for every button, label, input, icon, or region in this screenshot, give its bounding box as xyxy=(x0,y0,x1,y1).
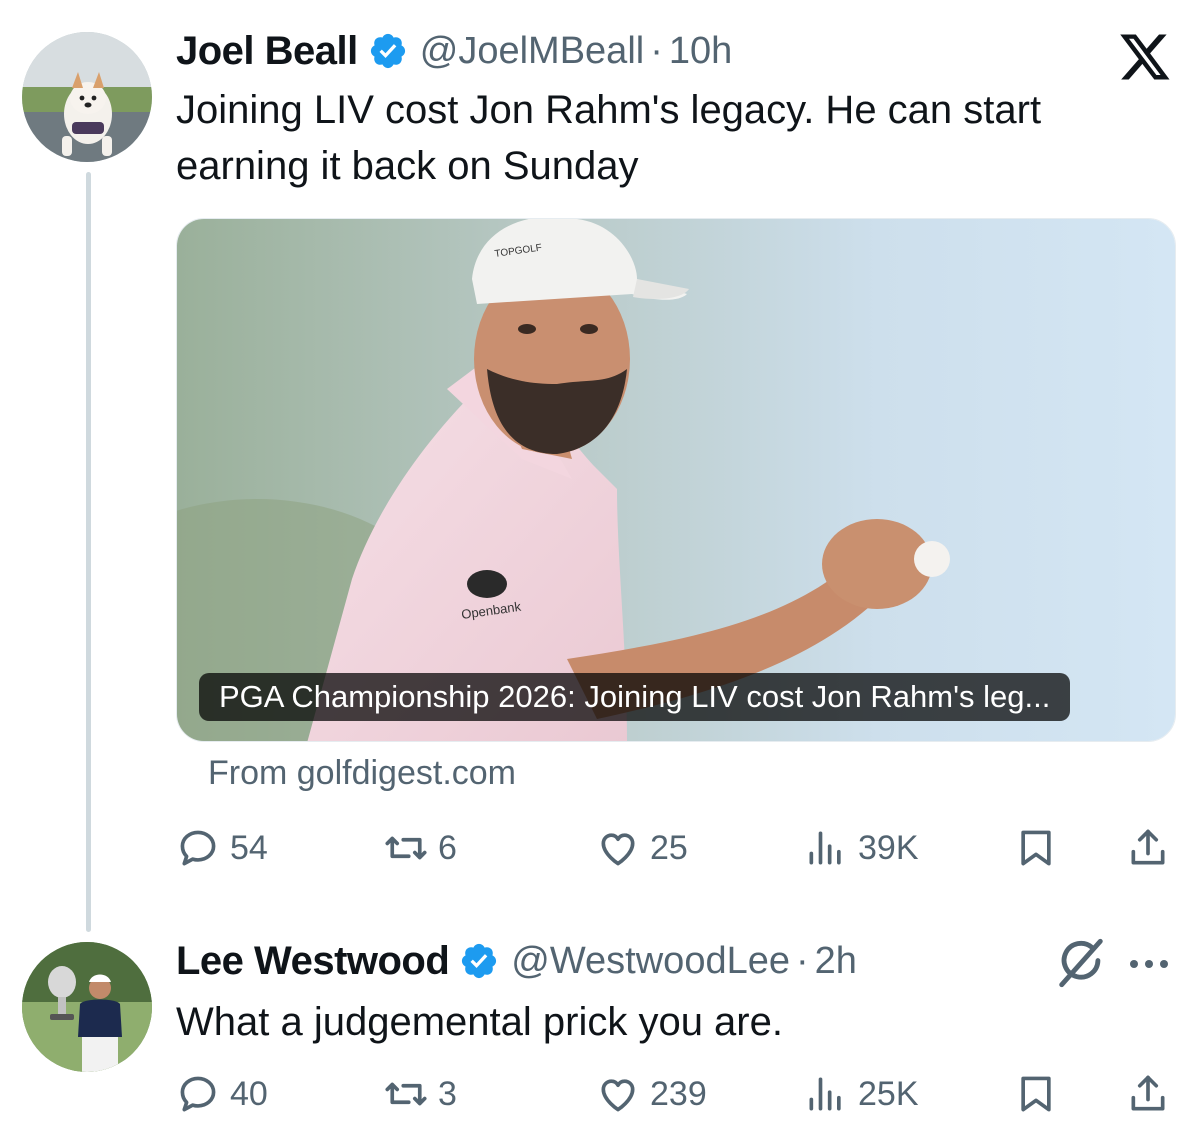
bookmark-button[interactable] xyxy=(1014,822,1058,874)
share-button[interactable] xyxy=(1126,1068,1170,1120)
link-preview-card[interactable]: TOPGOLF Openbank PGA Championship 2026: … xyxy=(176,218,1176,742)
tweet-text-line-2: earning it back on Sunday xyxy=(176,144,639,188)
reply-author-handle[interactable]: @WestwoodLee xyxy=(511,940,790,983)
grok-icon[interactable] xyxy=(1052,934,1110,992)
repost-button[interactable]: 3 xyxy=(384,1068,457,1120)
repost-count: 3 xyxy=(438,1074,457,1113)
like-button[interactable]: 239 xyxy=(596,1068,707,1120)
share-button[interactable] xyxy=(1126,822,1170,874)
repost-button[interactable]: 6 xyxy=(384,822,457,874)
share-icon xyxy=(1131,829,1165,865)
separator-dot: · xyxy=(650,29,663,72)
repost-icon xyxy=(385,836,427,860)
repost-icon xyxy=(385,1082,427,1106)
card-title-caption: PGA Championship 2026: Joining LIV cost … xyxy=(199,673,1071,721)
views-button[interactable]: 39K xyxy=(804,822,919,874)
tweet-action-bar: 54 6 25 39K xyxy=(176,822,1176,874)
bookmark-icon xyxy=(1021,830,1051,866)
reply-count: 40 xyxy=(230,1074,268,1113)
like-count: 25 xyxy=(650,828,688,867)
bookmark-icon xyxy=(1021,1076,1051,1112)
reply-header: Lee Westwood @WestwoodLee · 2h xyxy=(176,936,857,986)
reply-count: 54 xyxy=(230,828,268,867)
share-icon xyxy=(1131,1075,1165,1111)
more-icon[interactable] xyxy=(1124,944,1174,984)
author-handle[interactable]: @JoelMBeall xyxy=(420,30,644,73)
views-icon xyxy=(809,1077,841,1111)
views-icon xyxy=(809,831,841,865)
reply-text: What a judgemental prick you are. xyxy=(176,1000,783,1044)
like-button[interactable]: 25 xyxy=(596,822,688,874)
views-count: 39K xyxy=(858,828,919,867)
reply-button[interactable]: 40 xyxy=(176,1068,268,1120)
heart-icon xyxy=(601,833,635,866)
reply-icon xyxy=(180,830,216,866)
card-source-link[interactable]: From golfdigest.com xyxy=(208,754,516,793)
separator-dot: · xyxy=(796,939,809,982)
author-name[interactable]: Joel Beall xyxy=(176,29,358,74)
reply-timestamp[interactable]: 2h xyxy=(815,940,857,983)
golfer-photo-image: TOPGOLF Openbank xyxy=(177,219,1175,741)
reply-action-bar: 40 3 239 25K xyxy=(176,1068,1176,1120)
tweet-header: Joel Beall @JoelMBeall · 10h xyxy=(176,26,732,76)
x-logo-icon xyxy=(1120,34,1170,80)
author-avatar-lee[interactable] xyxy=(22,942,152,1072)
tweet-timestamp[interactable]: 10h xyxy=(669,30,732,73)
views-button[interactable]: 25K xyxy=(804,1068,919,1120)
reply-author-name[interactable]: Lee Westwood xyxy=(176,939,450,984)
dog-avatar-image xyxy=(22,32,152,162)
tweet-text: Joining LIV cost Jon Rahm's legacy. He c… xyxy=(176,82,1041,194)
like-count: 239 xyxy=(650,1074,707,1113)
repost-count: 6 xyxy=(438,828,457,867)
reply-button[interactable]: 54 xyxy=(176,822,268,874)
verified-badge-icon xyxy=(462,943,497,979)
tweet-text-line-1: Joining LIV cost Jon Rahm's legacy. He c… xyxy=(176,88,1042,132)
views-count: 25K xyxy=(858,1074,919,1113)
verified-badge-icon xyxy=(370,33,405,69)
bookmark-button[interactable] xyxy=(1014,1068,1058,1120)
golfer-trophy-avatar-image xyxy=(22,942,152,1072)
reply-icon xyxy=(180,1076,216,1112)
author-avatar-joel[interactable] xyxy=(22,32,152,162)
thread-connector-line xyxy=(86,172,91,932)
heart-icon xyxy=(601,1079,635,1112)
